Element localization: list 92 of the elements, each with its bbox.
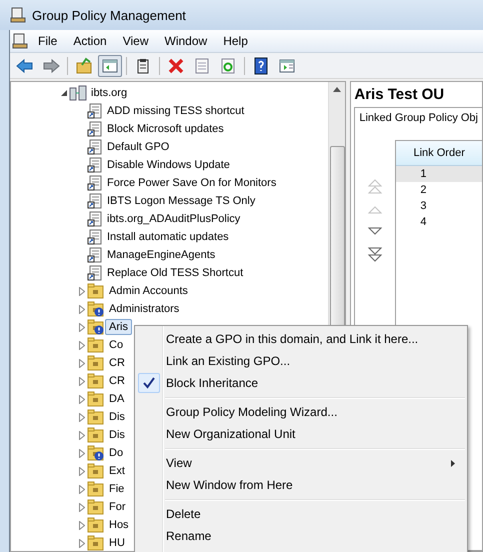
gpo-link-icon — [87, 157, 103, 173]
move-top-icon — [367, 178, 384, 194]
column-header[interactable]: Link Order — [396, 141, 482, 166]
folder-icon — [87, 427, 105, 443]
tree-item[interactable]: CR — [105, 355, 129, 371]
tree-item[interactable]: Admin Accounts — [105, 283, 192, 299]
gpo-link-icon — [87, 193, 103, 209]
pane-icon — [101, 56, 119, 74]
table-cell-text: 1 — [419, 168, 428, 180]
menu-item[interactable]: Create a GPO in this domain, and Link it here... — [166, 332, 418, 346]
folder-icon — [87, 409, 105, 425]
folder-icon — [87, 499, 105, 515]
menu-item[interactable]: Block Inheritance — [166, 376, 258, 390]
gpo-link-icon — [87, 265, 103, 281]
folder-icon — [87, 391, 105, 407]
tree-item[interactable]: Default GPO — [103, 139, 174, 155]
warning-folder-icon — [87, 301, 105, 317]
warning-folder-icon — [87, 319, 105, 335]
tree-item[interactable]: HU — [105, 535, 129, 551]
tree-item[interactable]: IBTS Logon Message TS Only — [103, 193, 260, 209]
gpo-link-icon — [87, 175, 103, 191]
scroll-up-icon — [333, 87, 342, 92]
tree-item[interactable]: CR — [105, 373, 129, 389]
tree-item[interactable]: Disable Windows Update — [103, 157, 234, 173]
gpo-link-icon — [87, 229, 103, 245]
folder-icon — [87, 355, 105, 371]
menu-item[interactable]: New Organizational Unit — [166, 427, 296, 441]
folder-icon — [87, 337, 105, 353]
tree-item[interactable]: ManageEngineAgents — [103, 247, 220, 263]
move-bottom-icon — [367, 247, 384, 263]
folder-icon — [87, 373, 105, 389]
folder-icon — [87, 517, 105, 533]
tree-item[interactable]: Aris — [105, 319, 132, 335]
menu-item[interactable]: Rename — [166, 529, 212, 543]
folder-icon — [87, 481, 105, 497]
tree-item[interactable]: Co — [105, 337, 128, 353]
tree-item[interactable]: Administrators — [105, 301, 184, 317]
tree-item[interactable]: Force Power Save On for Monitors — [103, 175, 280, 191]
gpo-link-icon — [87, 139, 103, 155]
tree-item[interactable]: ibts.org — [87, 85, 132, 101]
checkmark-icon — [143, 377, 155, 389]
tree-item[interactable]: Hos — [105, 517, 133, 533]
delete-icon — [167, 56, 185, 74]
console-icon — [10, 7, 26, 23]
menu-item[interactable]: Window — [158, 32, 214, 50]
console-icon — [12, 33, 28, 49]
tree-item[interactable]: Install automatic updates — [103, 229, 233, 245]
tree-item[interactable]: ADD missing TESS shortcut — [103, 103, 248, 119]
gpo-link-icon — [87, 103, 103, 119]
domain-icon — [69, 85, 87, 101]
properties-icon — [193, 56, 211, 74]
warning-folder-icon — [87, 445, 105, 461]
menu-item[interactable]: View — [166, 456, 192, 470]
details-title: Aris Test OU — [353, 85, 446, 105]
tree-item[interactable]: Dis — [105, 409, 129, 425]
menu-item[interactable]: Link an Existing GPO... — [166, 354, 290, 368]
tree-item[interactable]: DA — [105, 391, 128, 407]
menu-item[interactable]: Delete — [166, 507, 201, 521]
panel-icon — [278, 56, 296, 74]
menu-item[interactable]: Group Policy Modeling Wizard... — [166, 405, 338, 419]
menu-item[interactable]: View — [116, 32, 154, 50]
folder-up-icon — [75, 56, 93, 74]
forward-arrow-icon — [42, 56, 60, 74]
menu-item[interactable]: Help — [217, 32, 254, 50]
table-cell-text: 4 — [419, 216, 428, 228]
help-icon — [252, 56, 270, 74]
folder-icon — [87, 535, 105, 551]
window-title: Group Policy Management — [32, 8, 186, 22]
menu-item[interactable]: Action — [67, 32, 113, 50]
tree-item[interactable]: Replace Old TESS Shortcut — [103, 265, 248, 281]
menu-item[interactable]: New Window from Here — [166, 478, 293, 492]
tree-item[interactable]: Fie — [105, 481, 128, 497]
tree-item[interactable]: Block Microsoft updates — [103, 121, 228, 137]
folder-icon — [87, 463, 105, 479]
gpo-link-icon — [87, 121, 103, 137]
move-up-icon — [367, 205, 384, 215]
submenu-arrow-icon — [451, 460, 455, 466]
tree-item[interactable]: For — [105, 499, 130, 515]
gpo-link-icon — [87, 247, 103, 263]
gpo-link-icon — [87, 211, 103, 227]
tree-item[interactable]: Dis — [105, 427, 129, 443]
tree-item[interactable]: Do — [105, 445, 128, 461]
back-arrow-icon — [16, 56, 34, 74]
tree-item[interactable]: ibts.org_ADAuditPlusPolicy — [103, 211, 244, 227]
table-cell-text: 2 — [419, 184, 428, 196]
move-down-icon — [367, 226, 384, 236]
table-cell-text: 3 — [419, 200, 428, 212]
collapse-arrow-icon — [61, 90, 67, 96]
tab[interactable]: Linked Group Policy Obj — [355, 108, 482, 128]
menu-item[interactable]: File — [32, 32, 64, 50]
folder-icon — [87, 283, 105, 299]
tree-item[interactable]: Ext — [105, 463, 129, 479]
